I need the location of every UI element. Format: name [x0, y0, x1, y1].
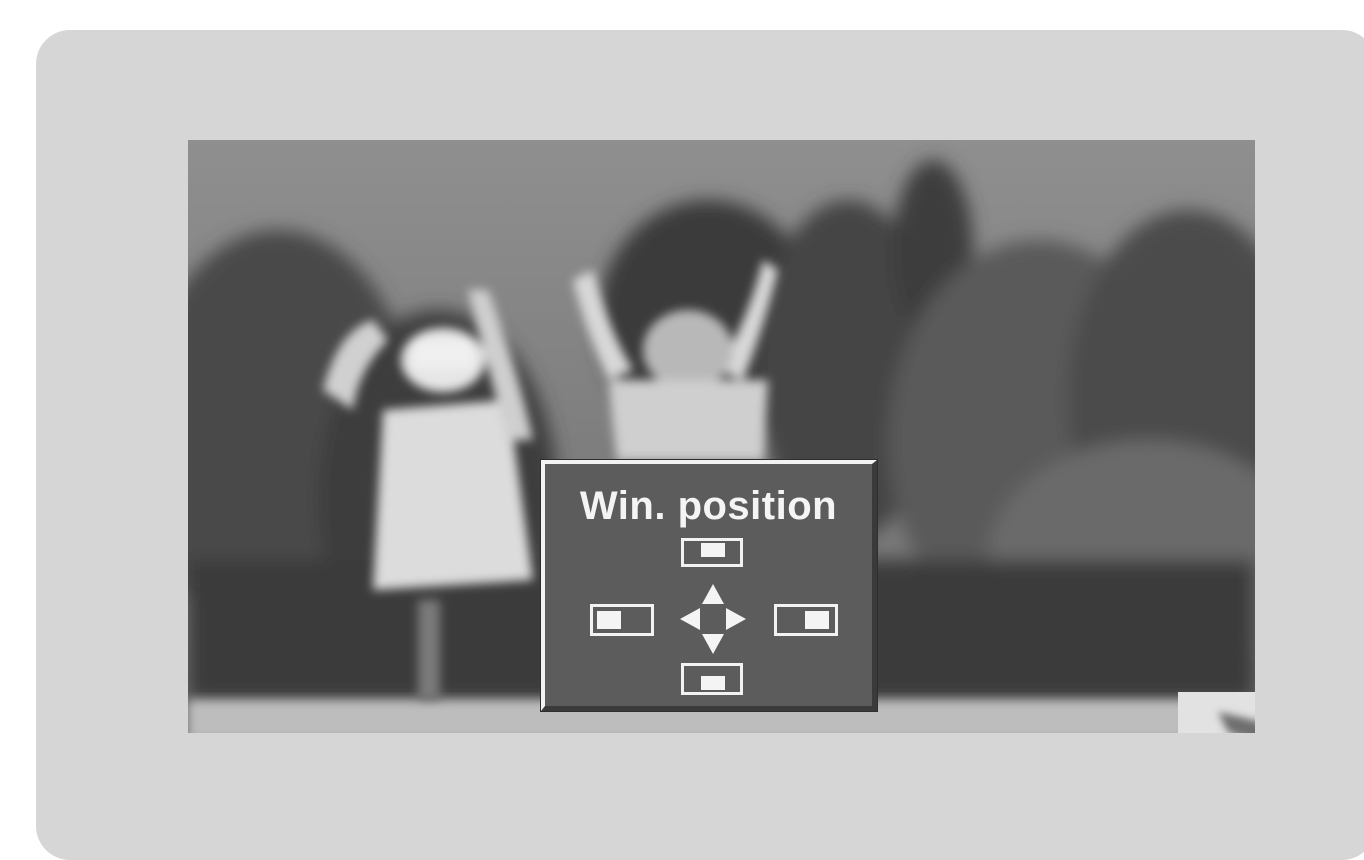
- window-position-menu: Win. position: [541, 460, 877, 711]
- pip-photo: [1178, 692, 1255, 733]
- position-up-icon: [681, 538, 743, 567]
- position-right-icon: [774, 604, 838, 636]
- position-down-icon: [681, 663, 743, 695]
- direction-arrows-icon: [680, 584, 746, 654]
- pip-window: [1178, 692, 1255, 733]
- menu-title: Win. position: [579, 484, 838, 528]
- position-left-icon: [590, 604, 654, 636]
